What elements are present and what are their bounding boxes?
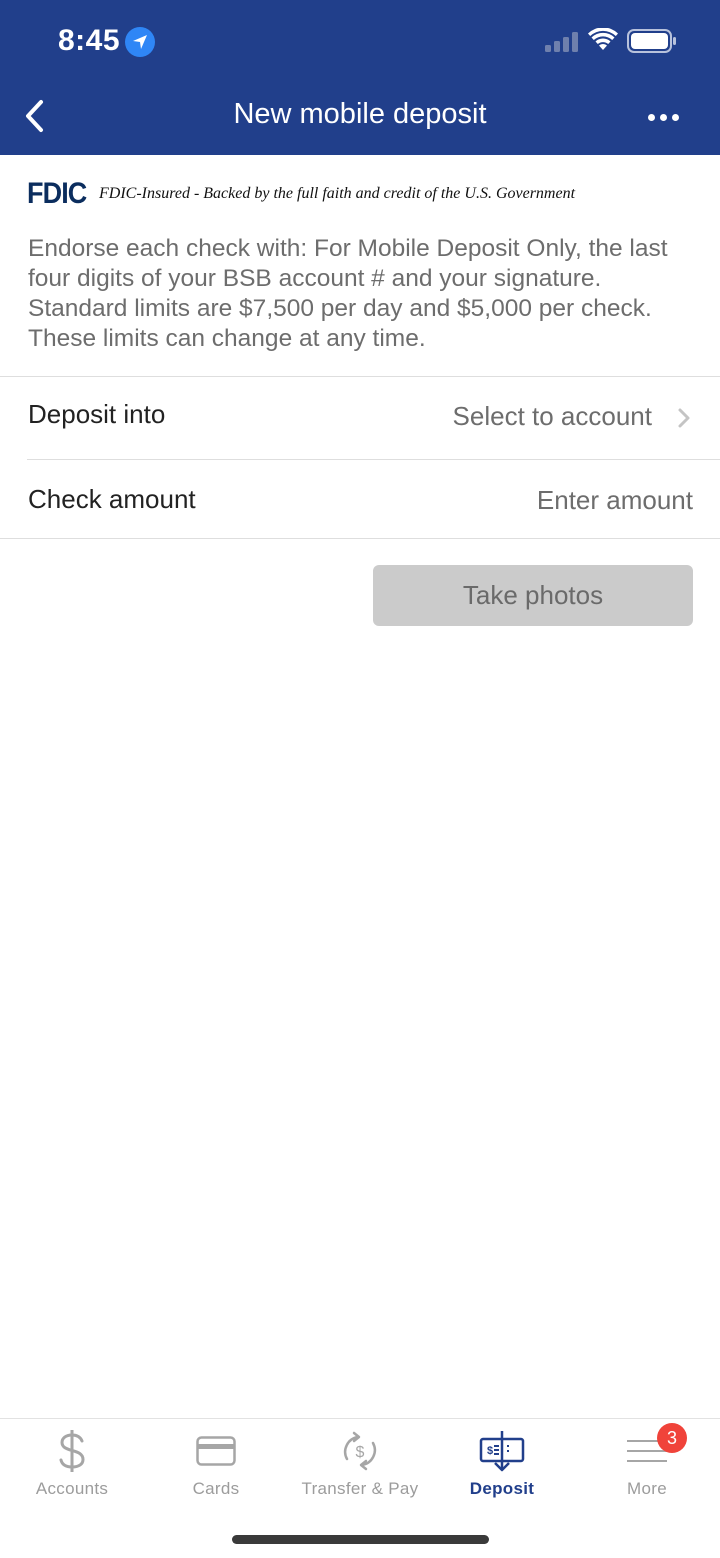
tab-deposit-label: Deposit (469, 1479, 535, 1498)
tab-more-label: More (627, 1479, 667, 1498)
cellular-signal-icon (545, 32, 578, 52)
tab-cards-label: Cards (192, 1479, 240, 1498)
tab-deposit[interactable]: $ Deposit (430, 1419, 574, 1519)
fdic-notice: FDIC FDIC-Insured - Backed by the full f… (27, 177, 576, 210)
endorsement-disclaimer: Endorse each check with: For Mobile Depo… (28, 235, 668, 352)
check-amount-label: Check amount (28, 484, 196, 514)
tab-accounts-label: Accounts (35, 1479, 109, 1498)
chevron-right-icon (678, 408, 690, 428)
svg-text:$: $ (356, 1444, 365, 1461)
fdic-logo: FDIC (27, 177, 87, 210)
transfer-icon: $ (343, 1431, 377, 1471)
notification-badge: 3 (657, 1423, 687, 1453)
deposit-into-label: Deposit into (28, 399, 166, 429)
divider (0, 538, 720, 539)
tab-transfer-pay-label: Transfer & Pay (301, 1479, 419, 1498)
card-icon (196, 1436, 236, 1466)
check-amount-input[interactable] (393, 480, 693, 520)
tab-more[interactable]: 3 More (575, 1419, 719, 1519)
more-options-button[interactable] (640, 100, 686, 134)
fdic-text: FDIC-Insured - Backed by the full faith … (99, 185, 576, 202)
page-title: New mobile deposit (233, 98, 487, 130)
ellipsis-icon (647, 113, 655, 121)
tab-cards[interactable]: Cards (144, 1419, 288, 1519)
check-deposit-icon: $ (479, 1431, 525, 1472)
svg-text:$: $ (487, 1445, 493, 1457)
wifi-icon (588, 28, 618, 50)
tab-transfer-pay[interactable]: $ Transfer & Pay (288, 1419, 432, 1519)
home-indicator[interactable] (232, 1535, 489, 1544)
dollar-icon (59, 1430, 85, 1472)
status-time: 8:45 (58, 24, 121, 57)
take-photos-button[interactable]: Take photos (373, 565, 693, 626)
battery-icon (627, 29, 676, 53)
deposit-into-row[interactable]: Deposit into Select to account (0, 377, 720, 459)
location-arrow-icon (125, 27, 155, 57)
check-amount-row: Check amount (0, 460, 720, 538)
app-header: 8:45 New mobile deposit (0, 0, 720, 155)
select-account-value[interactable]: Select to account (453, 401, 652, 432)
tab-accounts[interactable]: Accounts (0, 1419, 144, 1519)
